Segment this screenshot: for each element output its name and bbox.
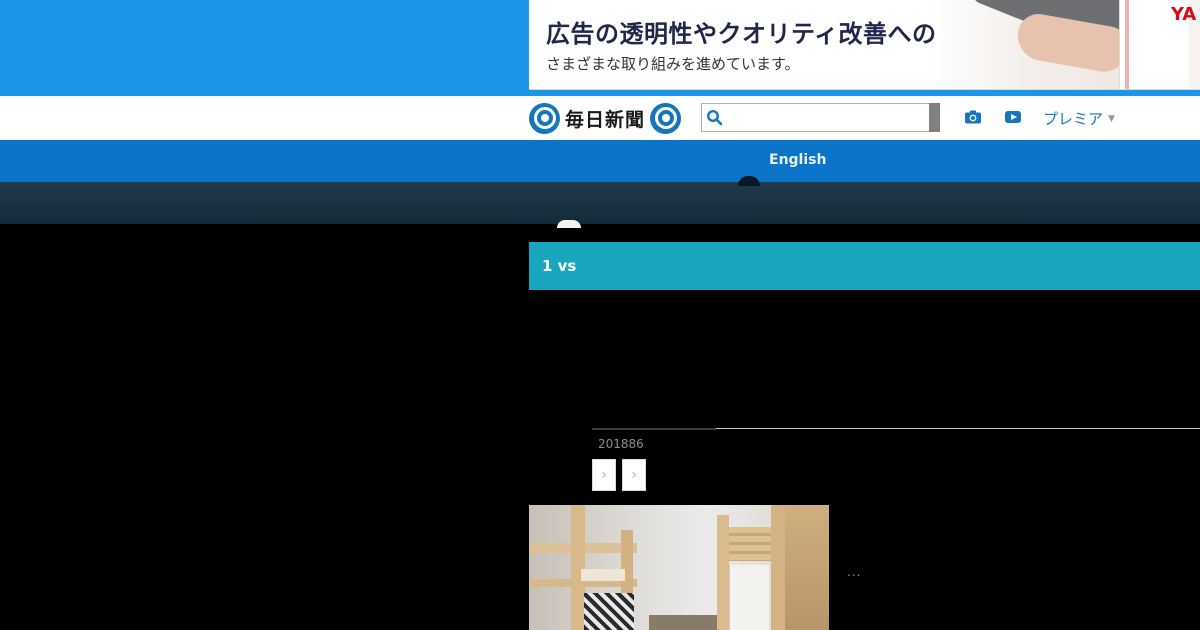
ad-brand-logo: YA [1171, 4, 1197, 25]
ad-banner[interactable]: 広告の透明性やクオリティ改善への さまざまな取り組みを進めています。 YA [529, 0, 1200, 90]
divider-accent [592, 428, 716, 430]
video-play-icon[interactable] [1004, 109, 1022, 125]
photo-bed-post [771, 505, 785, 630]
nav-item-english[interactable]: English [769, 152, 826, 168]
main-nav: English [0, 140, 1200, 182]
site-header: 毎日新聞 プレミア ▼ [0, 96, 1200, 140]
chevron-right-icon: › [601, 467, 607, 483]
ad-stripe [1125, 0, 1129, 89]
search-box [701, 103, 940, 132]
logo-text: 毎日新聞 [565, 108, 646, 131]
premier-label: プレミア [1043, 110, 1104, 128]
photo-curtain [729, 565, 769, 630]
ad-headline: 広告の透明性やクオリティ改善への [546, 20, 937, 48]
match-label: 1 vs [542, 257, 577, 275]
top-ad-band: 広告の透明性やクオリティ改善への さまざまな取り組みを進めています。 YA [0, 0, 1200, 96]
article-date: 201886 [598, 437, 644, 451]
photo-bed-panel [729, 527, 774, 561]
caret-down-icon: ▼ [1108, 113, 1115, 124]
banner-decoration [557, 220, 581, 228]
match-header: 1 vs [529, 242, 1200, 290]
search-submit-button[interactable] [929, 103, 940, 132]
photo-bed-post [571, 505, 585, 630]
photo-floor-items [649, 615, 719, 630]
section-banner [0, 176, 1200, 228]
search-icon[interactable] [706, 109, 723, 126]
search-input[interactable] [728, 106, 924, 129]
logo-eye-icon [529, 102, 560, 134]
share-button[interactable]: › [592, 459, 616, 491]
photo-caption: ... [847, 565, 862, 579]
photo-bed-post [717, 515, 729, 630]
chevron-right-icon: › [631, 467, 637, 483]
logo-eye-icon [650, 102, 682, 134]
photo-bedding [581, 569, 625, 581]
article-photo[interactable] [529, 505, 829, 630]
photo-bed-side [785, 505, 829, 630]
site-logo[interactable]: 毎日新聞 [529, 102, 682, 134]
ad-subline: さまざまな取り組みを進めています。 [546, 55, 800, 73]
premier-menu[interactable]: プレミア ▼ [1043, 108, 1115, 129]
camera-icon[interactable] [964, 109, 982, 125]
share-button[interactable]: › [622, 459, 646, 491]
photo-cloth [584, 593, 634, 630]
